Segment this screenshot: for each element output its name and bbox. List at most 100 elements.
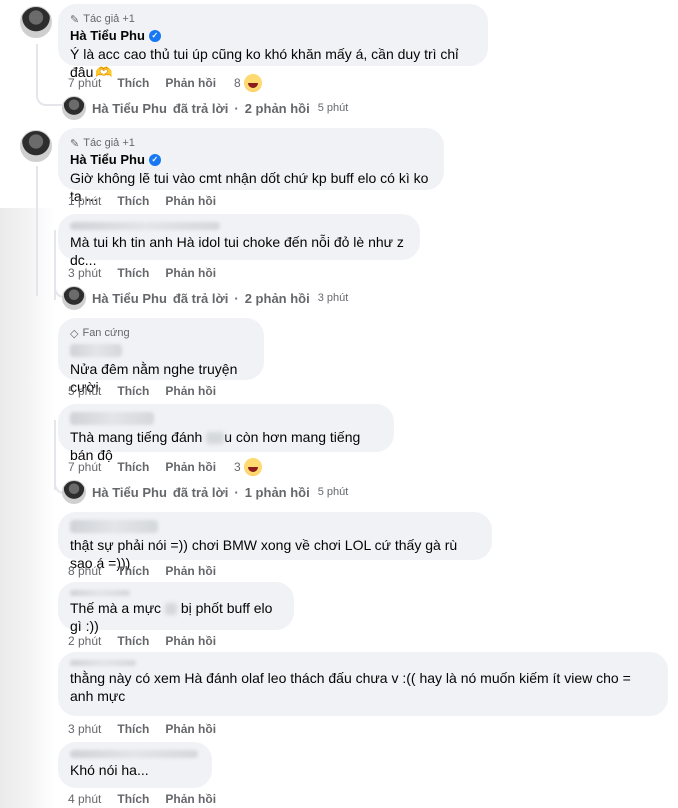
verified-check-icon: ✓ xyxy=(148,29,161,42)
comment-text-part: Thế mà a mực xyxy=(70,600,162,616)
comment-time[interactable]: 2 phút xyxy=(68,634,101,648)
fan-badge: ◇ Fan cứng xyxy=(70,326,252,340)
comment-bubble: ✎ Tác giả +1 Hà Tiểu Phu ✓ Giờ không lẽ … xyxy=(58,128,444,204)
avatar xyxy=(62,480,86,504)
comment-time[interactable]: 3 phút xyxy=(68,266,101,280)
like-button[interactable]: Thích xyxy=(117,722,149,736)
like-button[interactable]: Thích xyxy=(117,194,149,208)
laugh-emoji-icon[interactable] xyxy=(243,458,262,476)
like-button[interactable]: Thích xyxy=(117,384,149,398)
pencil-icon: ✎ xyxy=(70,137,80,150)
like-button[interactable]: Thích xyxy=(117,266,149,280)
comment-time[interactable]: 7 phút xyxy=(68,76,101,90)
reply-button[interactable]: Phản hồi xyxy=(165,266,216,280)
reply-time: 5 phút xyxy=(317,486,349,498)
reply-action[interactable]: đã trả lời xyxy=(173,485,228,500)
comment-meta: 4 phút Thích Phản hồi xyxy=(68,792,216,806)
comment-bubble: Thà mang tiếng đánh u còn hơn mang tiếng… xyxy=(58,404,394,463)
author-name[interactable]: Hà Tiểu Phu xyxy=(70,152,145,167)
comment-meta: 7 phút Thích Phản hồi 3 xyxy=(68,458,262,476)
redacted-word xyxy=(206,432,225,445)
comment-author[interactable]: Hà Tiểu Phu ✓ xyxy=(70,152,432,167)
comment-meta: 7 phút Thích Phản hồi 8 xyxy=(68,74,262,92)
comment-meta: 5 phút Thích Phản hồi xyxy=(68,384,216,398)
blurred-author-name xyxy=(70,660,136,666)
diamond-icon: ◇ xyxy=(70,327,79,340)
reply-button[interactable]: Phản hồi xyxy=(165,194,216,208)
comment-author[interactable]: Hà Tiểu Phu ✓ xyxy=(70,28,476,43)
badge-label: Tác giả +1 xyxy=(83,137,135,149)
thread-line xyxy=(36,166,38,296)
reaction-count[interactable]: 8 xyxy=(234,76,241,90)
reply-button[interactable]: Phản hồi xyxy=(165,634,216,648)
comment-text: Khó nói ha... xyxy=(70,762,149,778)
comment-text-part: Thà mang tiếng đánh xyxy=(70,429,203,445)
comment-text: Mà tui kh tin anh Hà idol tui choke đến … xyxy=(70,234,404,268)
thread-elbow xyxy=(36,88,62,106)
comment-bubble: ✎ Tác giả +1 Hà Tiểu Phu ✓ Ý là acc cao … xyxy=(58,4,488,80)
reply-count[interactable]: 1 phản hồi xyxy=(245,485,310,500)
like-button[interactable]: Thích xyxy=(117,634,149,648)
reply-count[interactable]: 2 phản hồi xyxy=(245,101,310,116)
badge-label: Tác giả +1 xyxy=(83,13,135,25)
comment-time[interactable]: 7 phút xyxy=(68,460,101,474)
author-badge: ✎ Tác giả +1 xyxy=(70,136,432,150)
reply-time: 3 phút xyxy=(317,292,349,304)
reply-author[interactable]: Hà Tiểu Phu xyxy=(92,485,167,500)
redacted-word xyxy=(164,603,177,616)
comment-time[interactable]: 8 phút xyxy=(68,564,101,578)
comment-meta: 1 phút Thích Phản hồi xyxy=(68,194,216,208)
reply-dot: · xyxy=(234,290,239,306)
avatar xyxy=(62,96,86,120)
reply-action[interactable]: đã trả lời xyxy=(173,291,228,306)
reply-author[interactable]: Hà Tiểu Phu xyxy=(92,101,167,116)
comment-meta: 3 phút Thích Phản hồi xyxy=(68,722,216,736)
comment-bubble: ◇ Fan cứng Nửa đêm nằm nghe truyện cười xyxy=(58,318,264,395)
blurred-author-name xyxy=(70,590,130,596)
reply-button[interactable]: Phản hồi xyxy=(165,792,216,806)
reply-button[interactable]: Phản hồi xyxy=(165,460,216,474)
comment-text: Thế mà a mực bị phốt buff elo gì :)) xyxy=(70,599,282,635)
view-replies-link[interactable]: Hà Tiểu Phu đã trả lời · 1 phản hồi 5 ph… xyxy=(62,480,348,504)
like-button[interactable]: Thích xyxy=(117,564,149,578)
comment-bubble: thằng này có xem Hà đánh olaf leo thách … xyxy=(58,652,668,716)
reply-button[interactable]: Phản hồi xyxy=(165,384,216,398)
comment-time[interactable]: 3 phút xyxy=(68,722,101,736)
blurred-author-name xyxy=(70,222,220,230)
reply-button[interactable]: Phản hồi xyxy=(165,76,216,90)
comment-bubble: thật sự phải nói =)) chơi BMW xong về ch… xyxy=(58,512,492,571)
reaction-count[interactable]: 3 xyxy=(234,460,241,474)
like-button[interactable]: Thích xyxy=(117,460,149,474)
reply-action[interactable]: đã trả lời xyxy=(173,101,228,116)
avatar[interactable] xyxy=(20,130,52,162)
comment-time[interactable]: 4 phút xyxy=(68,792,101,806)
comment-text: thằng này có xem Hà đánh olaf leo thách … xyxy=(70,670,631,704)
comment-meta: 8 phút Thích Phản hồi xyxy=(68,564,216,578)
pencil-icon: ✎ xyxy=(70,13,80,26)
reply-count[interactable]: 2 phản hồi xyxy=(245,291,310,306)
author-name[interactable]: Hà Tiểu Phu xyxy=(70,28,145,43)
laugh-emoji-icon[interactable] xyxy=(243,74,262,92)
reply-time: 5 phút xyxy=(317,102,349,114)
comment-bubble: Mà tui kh tin anh Hà idol tui choke đến … xyxy=(58,214,420,268)
blurred-author-name xyxy=(70,344,122,357)
avatar[interactable] xyxy=(20,6,52,38)
avatar xyxy=(62,286,86,310)
view-replies-link[interactable]: Hà Tiểu Phu đã trả lời · 2 phản hồi 3 ph… xyxy=(62,286,348,310)
reply-button[interactable]: Phản hồi xyxy=(165,722,216,736)
comment-time[interactable]: 1 phút xyxy=(68,194,101,208)
blurred-side-region xyxy=(0,208,54,808)
like-button[interactable]: Thích xyxy=(117,792,149,806)
badge-label: Fan cứng xyxy=(82,327,130,339)
like-button[interactable]: Thích xyxy=(117,76,149,90)
comment-time[interactable]: 5 phút xyxy=(68,384,101,398)
comment-bubble: Thế mà a mực bị phốt buff elo gì :)) xyxy=(58,582,294,634)
reply-dot: · xyxy=(234,484,239,500)
blurred-author-name xyxy=(70,412,154,425)
verified-check-icon: ✓ xyxy=(148,153,161,166)
reply-dot: · xyxy=(234,100,239,116)
reply-author[interactable]: Hà Tiểu Phu xyxy=(92,291,167,306)
reply-button[interactable]: Phản hồi xyxy=(165,564,216,578)
view-replies-link[interactable]: Hà Tiểu Phu đã trả lời · 2 phản hồi 5 ph… xyxy=(62,96,348,120)
comment-meta: 2 phút Thích Phản hồi xyxy=(68,634,216,648)
